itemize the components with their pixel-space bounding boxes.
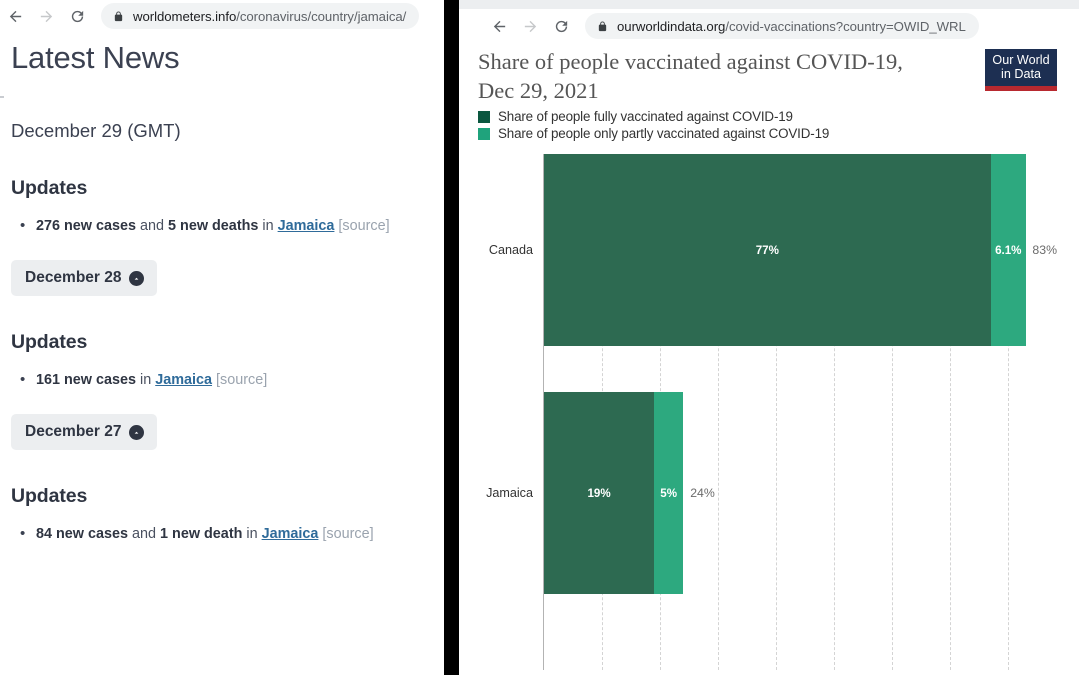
conjunction-text: and (136, 218, 168, 234)
lock-icon (597, 20, 608, 33)
in-text: in (242, 526, 261, 542)
in-text: in (136, 372, 155, 388)
new-deaths-value: 5 new deaths (168, 218, 258, 234)
chevron-up-circle-icon (129, 271, 144, 286)
right-address-bar[interactable]: ourworldindata.org/covid-vaccinations?co… (585, 13, 979, 39)
legend-entry-fully-vaccinated[interactable]: Share of people fully vaccinated against… (478, 109, 829, 124)
source-link[interactable]: [source] (338, 218, 389, 234)
updates-heading: Updates (0, 331, 444, 354)
bar-value-label: 5% (660, 487, 677, 500)
owid-logo-line1: Our World (992, 54, 1049, 67)
date-heading: December 29 (GMT) (0, 120, 444, 142)
owid-logo[interactable]: Our World in Data (985, 49, 1057, 91)
legend-swatch-fully (478, 111, 490, 123)
left-nav-row: worldometers.info/coronavirus/country/ja… (0, 3, 419, 29)
legend-entry-partly-vaccinated[interactable]: Share of people only partly vaccinated a… (478, 126, 829, 141)
in-text: in (258, 218, 277, 234)
list-item: 276 new cases and 5 new deaths in Jamaic… (36, 216, 444, 236)
legend-label-fully: Share of people fully vaccinated against… (498, 109, 793, 124)
back-arrow-icon[interactable] (484, 13, 515, 39)
bar-segment-jamaica-fully[interactable]: 19% (544, 392, 654, 594)
lock-icon (113, 10, 124, 23)
legend-swatch-partly (478, 128, 490, 140)
left-browser-window: worldometers.info/coronavirus/country/ja… (0, 0, 444, 675)
country-link[interactable]: Jamaica (262, 526, 319, 542)
list-item: 84 new cases and 1 new death in Jamaica … (36, 524, 444, 544)
update-list: 84 new cases and 1 new death in Jamaica … (0, 524, 444, 544)
right-url-path: /covid-vaccinations?country=OWID_WRL (725, 19, 965, 34)
page-title: Latest News (0, 40, 444, 76)
update-list: 161 new cases in Jamaica [source] (0, 370, 444, 390)
day-toggle-december-27[interactable]: December 27 (11, 414, 157, 450)
right-url-text: ourworldindata.org/covid-vaccinations?co… (617, 19, 966, 34)
legend-label-partly: Share of people only partly vaccinated a… (498, 126, 829, 141)
chart-legend: Share of people fully vaccinated against… (478, 109, 829, 143)
bar-segment-canada-fully[interactable]: 77% (544, 154, 991, 346)
forward-arrow-icon[interactable] (515, 13, 546, 39)
updates-heading: Updates (0, 177, 444, 200)
bar-jamaica[interactable]: 19% 5% (544, 392, 683, 594)
source-link[interactable]: [source] (322, 526, 373, 542)
reload-icon[interactable] (546, 13, 577, 39)
screenshot-root: worldometers.info/coronavirus/country/ja… (0, 0, 1079, 675)
new-cases-value: 161 new cases (36, 372, 136, 388)
new-cases-value: 276 new cases (36, 218, 136, 234)
left-page-content: Latest News December 29 (GMT) Updates 27… (0, 32, 444, 544)
chart-plot-area: Canada77%6.1%83%Jamaica19%5%24% 0%10%20%… (459, 150, 1079, 675)
bar-total-label-jamaica: 24% (690, 486, 715, 500)
update-list: 276 new cases and 5 new deaths in Jamaic… (0, 216, 444, 236)
tab-strip (459, 0, 1079, 9)
conjunction-text: and (128, 526, 160, 542)
updates-heading: Updates (0, 485, 444, 508)
bar-total-label-canada: 83% (1032, 243, 1057, 257)
list-item: 161 new cases in Jamaica [source] (36, 370, 444, 390)
reload-icon[interactable] (62, 3, 93, 29)
day-toggle-label: December 28 (25, 269, 122, 287)
owid-logo-line2: in Data (1001, 68, 1041, 81)
bar-value-label: 19% (587, 487, 610, 500)
country-link[interactable]: Jamaica (155, 372, 212, 388)
day-toggle-label: December 27 (25, 423, 122, 441)
owid-chart-page: Share of people vaccinated against COVID… (459, 43, 1079, 675)
back-arrow-icon[interactable] (0, 3, 31, 29)
right-browser-window: ourworldindata.org/covid-vaccinations?co… (459, 0, 1079, 675)
chart-title: Share of people vaccinated against COVID… (478, 48, 918, 106)
bar-segment-canada-partly[interactable]: 6.1% (991, 154, 1026, 346)
bar-value-label: 77% (756, 244, 779, 257)
source-link[interactable]: [source] (216, 372, 267, 388)
right-nav-row: ourworldindata.org/covid-vaccinations?co… (484, 13, 979, 39)
forward-arrow-icon[interactable] (31, 3, 62, 29)
country-link[interactable]: Jamaica (278, 218, 335, 234)
bar-value-label: 6.1% (995, 244, 1021, 257)
left-url-host: worldometers.info (133, 9, 236, 24)
day-toggle-december-28[interactable]: December 28 (11, 260, 157, 296)
new-cases-value: 84 new cases (36, 526, 128, 542)
window-divider (444, 0, 459, 675)
bar-segment-jamaica-partly[interactable]: 5% (654, 392, 683, 594)
category-label-canada: Canada (489, 243, 533, 257)
right-browser-chrome: ourworldindata.org/covid-vaccinations?co… (459, 9, 1079, 43)
category-label-jamaica: Jamaica (486, 486, 533, 500)
left-url-path: /coronavirus/country/jamaica/ (236, 9, 406, 24)
left-address-bar[interactable]: worldometers.info/coronavirus/country/ja… (101, 3, 419, 29)
left-browser-chrome: worldometers.info/coronavirus/country/ja… (0, 0, 444, 32)
right-url-host: ourworldindata.org (617, 19, 725, 34)
left-url-text: worldometers.info/coronavirus/country/ja… (133, 9, 406, 24)
new-deaths-value: 1 new death (160, 526, 242, 542)
chevron-up-circle-icon (129, 425, 144, 440)
bar-canada[interactable]: 77% 6.1% (544, 154, 1025, 346)
